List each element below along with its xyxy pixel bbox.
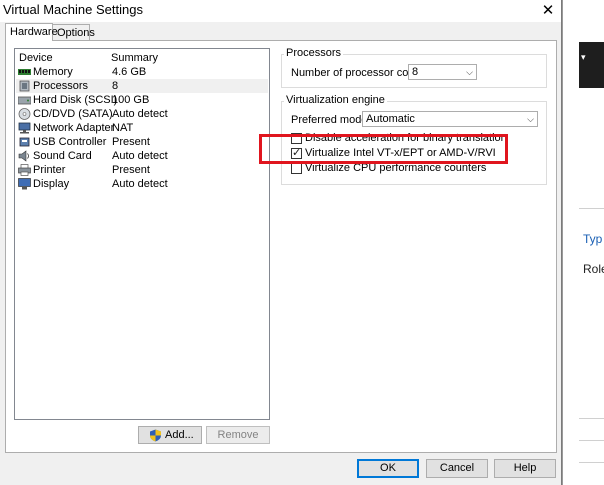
background-divider [579,418,604,419]
processor-cores-select[interactable]: 8 ⌵ [408,64,477,80]
help-button[interactable]: Help [494,459,556,478]
vm-settings-dialog: Virtual Machine Settings ✕ Hardware Opti… [0,0,562,485]
device-row-sound-card[interactable]: Sound Card Auto detect [16,149,268,163]
device-name: CD/DVD (SATA) [33,108,113,120]
device-row-processors[interactable]: Processors 8 [16,79,268,93]
disable-acceleration-label[interactable]: Disable acceleration for binary translat… [305,132,507,144]
usb-icon [19,137,30,147]
background-divider [579,462,604,463]
chevron-down-icon: ⌵ [466,67,473,77]
background-divider [579,208,604,209]
background-toolbar: ▾ [579,42,604,88]
memory-icon [18,69,31,75]
background-type-link[interactable]: Typ [583,232,602,246]
processor-cores-label: Number of processor cores: [291,67,427,79]
virtualization-group-title: Virtualization engine [284,94,387,106]
cpu-performance-counters-label[interactable]: Virtualize CPU performance counters [305,162,486,174]
hard-disk-icon [18,96,31,105]
dialog-title: Virtual Machine Settings [3,2,143,17]
device-summary: Present [112,164,150,176]
close-icon[interactable]: ✕ [536,1,560,21]
device-name: Hard Disk (SCSI) [33,94,118,106]
processor-icon [19,80,30,92]
disable-acceleration-checkbox[interactable] [291,133,302,144]
device-name: USB Controller [33,136,107,148]
device-name: Sound Card [33,150,92,162]
ok-button[interactable]: OK [357,459,419,478]
column-header-summary[interactable]: Summary [111,52,158,64]
device-row-hard-disk[interactable]: Hard Disk (SCSI) 100 GB [16,93,268,107]
background-window: ▾ Typ Role [562,0,604,485]
dropdown-caret-icon[interactable]: ▾ [581,52,586,63]
remove-device-button[interactable]: Remove [206,426,270,444]
printer-icon [18,164,31,176]
device-row-network-adapter[interactable]: Network Adapter NAT [16,121,268,135]
preferred-mode-value: Automatic [366,113,415,125]
column-header-device[interactable]: Device [19,52,53,64]
add-device-button[interactable]: Add... [138,426,202,444]
device-row-usb-controller[interactable]: USB Controller Present [16,135,268,149]
device-row-printer[interactable]: Printer Present [16,163,268,177]
cancel-button[interactable]: Cancel [426,459,488,478]
background-role-label: Role [583,262,604,276]
background-divider [579,440,604,441]
device-summary: 100 GB [112,94,150,106]
chevron-down-icon: ⌵ [527,114,534,124]
device-name: Memory [33,66,73,78]
device-summary: 8 [112,80,119,92]
display-icon [18,178,31,190]
cd-dvd-icon [18,108,31,120]
device-summary: Auto detect [112,150,168,162]
device-name: Processors [33,80,89,92]
cpu-performance-counters-checkbox[interactable] [291,163,302,174]
preferred-mode-label: Preferred mode: [291,114,371,126]
device-summary: 4.6 GB [112,66,147,78]
processor-cores-value: 8 [412,66,419,78]
add-button-label: Add... [165,429,194,441]
device-row-memory[interactable]: Memory 4.6 GB [16,65,268,79]
device-list[interactable]: Device Summary Memory 4.6 GB Processors … [14,48,270,420]
tab-hardware[interactable]: Hardware [5,23,58,41]
title-bar[interactable]: Virtual Machine Settings ✕ [0,0,561,22]
device-summary: Present [112,136,150,148]
device-summary: NAT [112,122,134,134]
sound-card-icon [18,150,29,162]
processors-group-title: Processors [284,47,344,59]
device-name: Display [33,178,70,190]
virtualize-vtx-label[interactable]: Virtualize Intel VT-x/EPT or AMD-V/RVI [305,147,496,159]
device-name: Network Adapter [33,122,115,134]
device-row-cd-dvd[interactable]: CD/DVD (SATA) Auto detect [16,107,268,121]
device-row-display[interactable]: Display Auto detect [16,177,268,191]
device-summary: Auto detect [112,108,168,120]
device-name: Printer [33,164,66,176]
shield-icon [150,429,161,442]
network-adapter-icon [18,122,31,134]
device-summary: Auto detect [112,178,168,190]
virtualize-vtx-checkbox[interactable] [291,146,302,159]
tab-options[interactable]: Options [52,24,95,40]
preferred-mode-select[interactable]: Automatic ⌵ [362,111,538,127]
